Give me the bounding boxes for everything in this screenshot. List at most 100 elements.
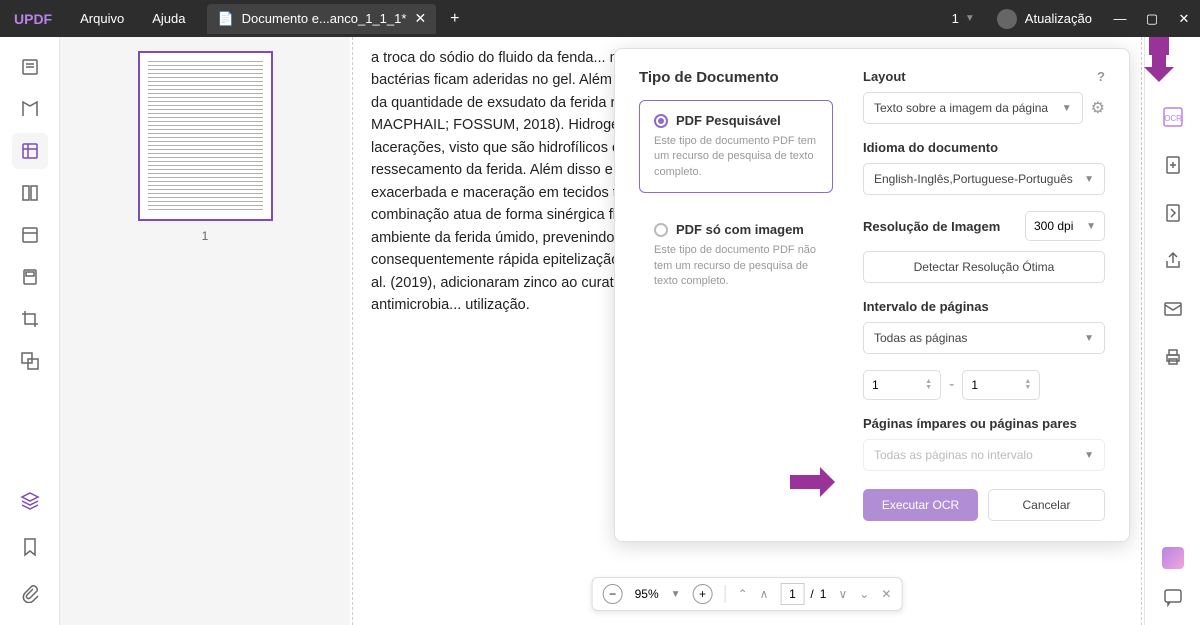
tool-convert[interactable] [12, 343, 48, 379]
option-searchable-pdf[interactable]: PDF Pesquisável Este tipo de documento P… [639, 100, 833, 193]
tool-page[interactable] [12, 175, 48, 211]
range-title: Intervalo de páginas [863, 299, 1105, 314]
option-image-only-pdf[interactable]: PDF só com imagem Este tipo de documento… [639, 209, 833, 302]
menu-help[interactable]: Ajuda [138, 11, 199, 26]
page-number: 1 [952, 11, 959, 26]
zoom-toolbar: − 95% ▼ + ⌃ ∧ / 1 ∨ ⌄ ✕ [592, 577, 903, 611]
avatar [997, 9, 1017, 29]
res-value: 300 dpi [1034, 219, 1073, 233]
thumbnail-panel: 1 [60, 37, 350, 625]
close-button[interactable]: ✕ [1168, 0, 1200, 37]
range-separator: - [949, 376, 954, 394]
layout-title: Layout [863, 69, 906, 84]
chat-button[interactable] [1159, 583, 1187, 611]
first-page-button[interactable]: ⌃ [738, 587, 748, 601]
chevron-down-icon: ▼ [1084, 450, 1094, 461]
compress-button[interactable] [1159, 199, 1187, 227]
user-label: Atualização [1025, 11, 1092, 26]
annotation-arrow-panel [790, 462, 836, 512]
lang-title: Idioma do documento [863, 140, 1105, 155]
doc-type-title: Tipo de Documento [639, 69, 833, 86]
lang-value: English-Inglês,Portuguese-Português [874, 172, 1073, 186]
share-button[interactable] [1159, 247, 1187, 275]
page-input[interactable] [780, 583, 804, 605]
parity-title: Páginas ímpares ou páginas pares [863, 416, 1105, 431]
language-select[interactable]: English-Inglês,Portuguese-Português ▼ [863, 163, 1105, 195]
parity-value: Todas as páginas no intervalo [874, 448, 1033, 462]
stepper-down-icon[interactable]: ▼ [925, 385, 932, 391]
menu-file[interactable]: Arquivo [66, 11, 138, 26]
user-block[interactable]: Atualização [985, 9, 1104, 29]
thumbnail-number: 1 [202, 229, 209, 243]
tool-form[interactable] [12, 217, 48, 253]
gear-icon[interactable]: ⚙ [1091, 98, 1105, 118]
ocr-button[interactable]: OCR [1159, 103, 1187, 131]
tool-crop[interactable] [12, 301, 48, 337]
email-button[interactable] [1159, 295, 1187, 323]
range-from-value: 1 [872, 378, 879, 392]
tool-protect[interactable] [12, 259, 48, 295]
chevron-down-icon: ▼ [965, 13, 975, 24]
zoom-level: 95% [635, 587, 659, 601]
add-tab-button[interactable]: + [436, 10, 473, 28]
layout-value: Texto sobre a imagem da página [874, 101, 1048, 115]
app-logo: UPDF [0, 11, 66, 27]
last-page-button[interactable]: ⌄ [859, 587, 869, 601]
page-thumbnail[interactable] [138, 51, 273, 221]
close-zoom-button[interactable]: ✕ [881, 587, 891, 601]
svg-text:OCR: OCR [1164, 114, 1182, 123]
range-from-input[interactable]: 1 ▲▼ [863, 370, 941, 400]
chevron-down-icon: ▼ [1086, 221, 1096, 232]
print-button[interactable] [1159, 343, 1187, 371]
tab-title: Documento e...anco_1_1_1* [242, 11, 407, 26]
zoom-out-button[interactable]: − [603, 584, 623, 604]
tool-comment[interactable] [12, 133, 48, 169]
parity-select: Todas as páginas no intervalo ▼ [863, 439, 1105, 471]
image-only-label: PDF só com imagem [676, 222, 804, 237]
maximize-button[interactable]: ▢ [1136, 0, 1168, 37]
range-to-value: 1 [971, 378, 978, 392]
tool-edit[interactable] [12, 91, 48, 127]
left-toolbar [0, 37, 60, 625]
chevron-down-icon: ▼ [1084, 333, 1094, 344]
execute-ocr-button[interactable]: Executar OCR [863, 489, 978, 521]
ai-button[interactable] [1162, 547, 1184, 569]
searchable-label: PDF Pesquisável [676, 113, 781, 128]
stepper-down-icon[interactable]: ▼ [1024, 385, 1031, 391]
tool-reader[interactable] [12, 49, 48, 85]
minimize-button[interactable]: — [1104, 0, 1136, 37]
page-separator: / [810, 587, 813, 601]
help-icon[interactable]: ? [1097, 69, 1105, 84]
close-icon[interactable]: ✕ [414, 10, 426, 27]
tool-layers[interactable] [12, 483, 48, 519]
prev-page-button[interactable]: ∧ [760, 587, 769, 601]
radio-checked-icon [654, 114, 668, 128]
titlebar: UPDF Arquivo Ajuda 📄 Documento e...anco_… [0, 0, 1200, 37]
page-indicator[interactable]: 1 ▼ [942, 11, 985, 26]
range-to-input[interactable]: 1 ▲▼ [962, 370, 1040, 400]
file-icon: 📄 [217, 11, 233, 27]
searchable-desc: Este tipo de documento PDF tem um recurs… [654, 134, 818, 180]
resolution-select[interactable]: 300 dpi ▼ [1025, 211, 1105, 241]
range-value: Todas as páginas [874, 331, 967, 345]
page-range-select[interactable]: Todas as páginas ▼ [863, 322, 1105, 354]
next-page-button[interactable]: ∨ [838, 587, 847, 601]
res-title: Resolução de Imagem [863, 219, 1015, 234]
radio-unchecked-icon [654, 223, 668, 237]
chevron-down-icon: ▼ [1084, 174, 1094, 185]
chevron-down-icon: ▼ [1062, 103, 1072, 114]
tool-bookmark[interactable] [12, 529, 48, 565]
cancel-button[interactable]: Cancelar [988, 489, 1105, 521]
chevron-down-icon[interactable]: ▼ [671, 589, 681, 600]
layout-select[interactable]: Texto sobre a imagem da página ▼ [863, 92, 1083, 124]
page-total: 1 [820, 587, 827, 601]
document-tab[interactable]: 📄 Documento e...anco_1_1_1* ✕ [207, 4, 436, 34]
detect-resolution-button[interactable]: Detectar Resolução Ótima [863, 251, 1105, 283]
tool-attachment[interactable] [12, 575, 48, 611]
ocr-panel: Tipo de Documento PDF Pesquisável Este t… [614, 48, 1130, 542]
image-only-desc: Este tipo de documento PDF não tem um re… [654, 243, 818, 289]
zoom-in-button[interactable]: + [693, 584, 713, 604]
right-toolbar: OCR [1144, 37, 1200, 625]
add-page-button[interactable] [1159, 151, 1187, 179]
annotation-arrow-top [1139, 37, 1179, 93]
